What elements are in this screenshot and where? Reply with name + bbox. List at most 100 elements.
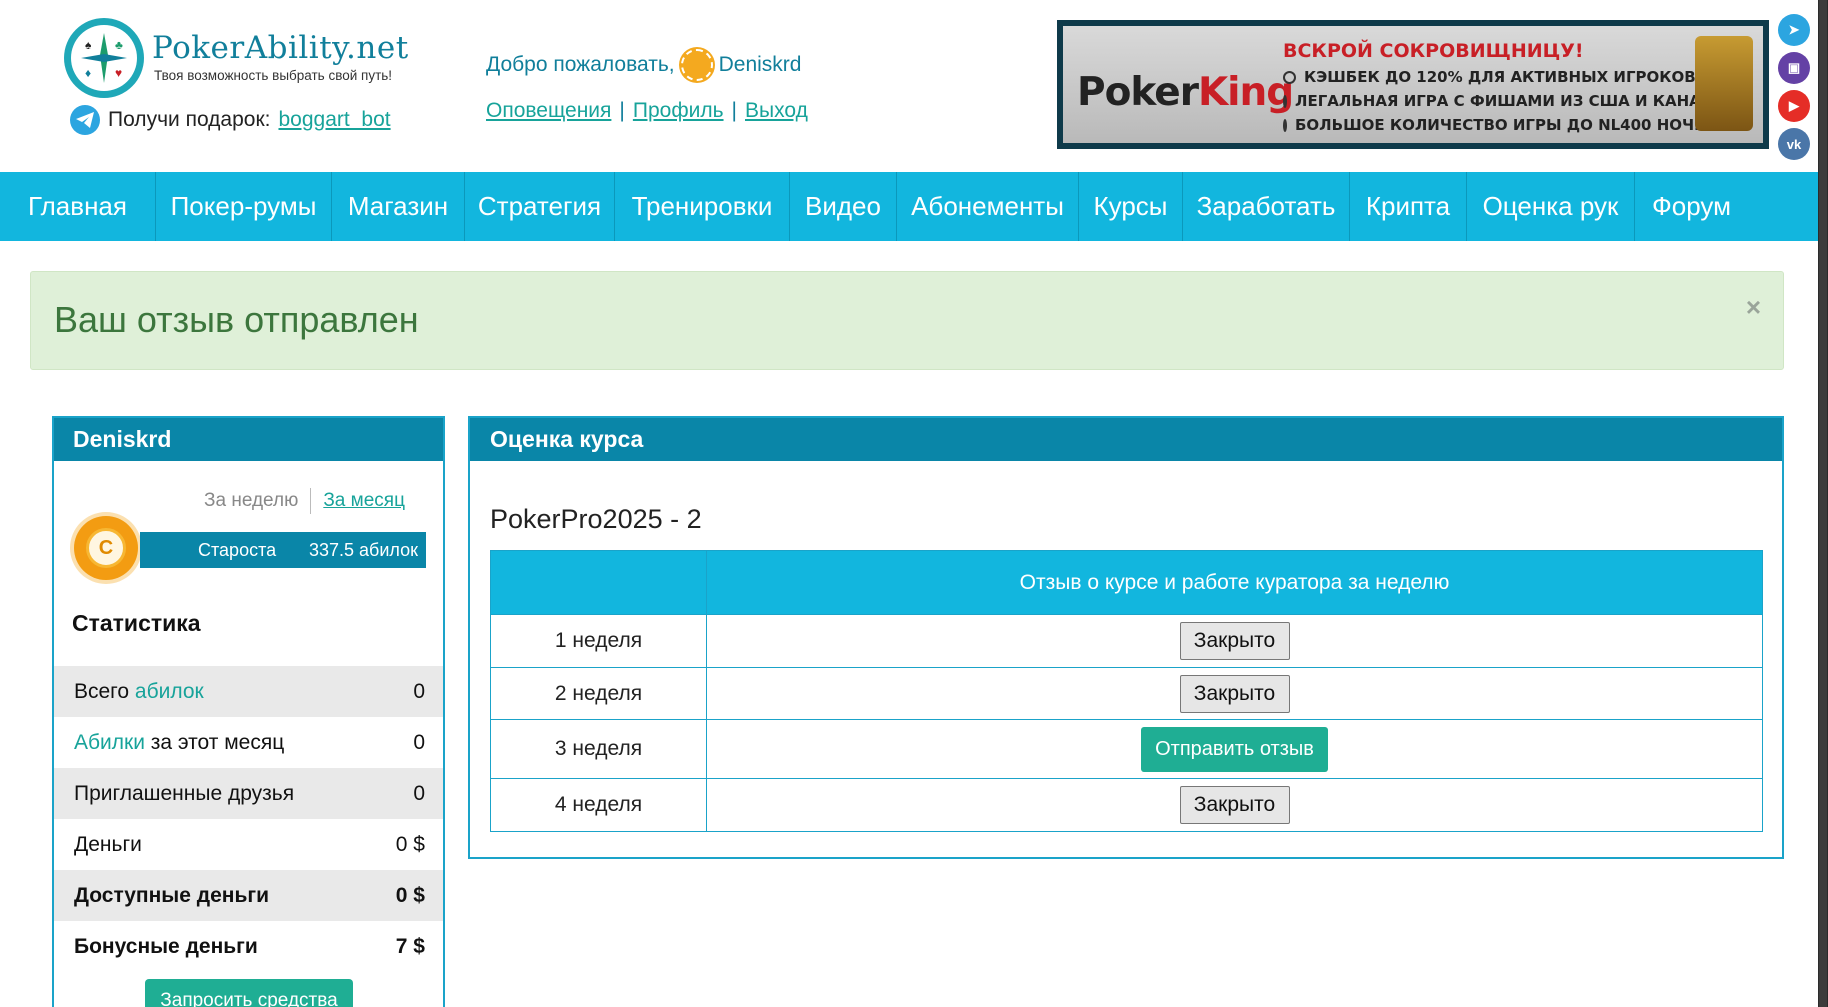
closed-button[interactable]: Закрыто (1179, 622, 1290, 660)
svg-text:♣: ♣ (115, 38, 123, 52)
page-scrollbar[interactable] (1818, 0, 1828, 1007)
stat-row-month-abilki: Абилки за этот месяц 0 (74, 730, 425, 754)
banned-icon (1283, 70, 1296, 84)
stat-value: 7 $ (395, 934, 425, 958)
banner-line: КЭШБЕК ДО 120% ДЛЯ АКТИВНЫХ ИГРОКОВ (1283, 68, 1703, 86)
telegram-icon (70, 105, 100, 135)
stat-value: 0 $ (395, 832, 425, 856)
success-alert: Ваш отзыв отправлен × (30, 271, 1784, 370)
rank-value: 337.5 абилок (308, 539, 418, 560)
week-label: 3 неделя (490, 719, 707, 779)
stat-row-total-abilki: Всего абилок 0 (54, 666, 443, 717)
sidebar-username: Deniskrd (54, 418, 443, 461)
closed-button[interactable]: Закрыто (1179, 786, 1290, 824)
panel-title: Оценка курса (470, 418, 1782, 461)
profile-link[interactable]: Профиль (633, 99, 724, 122)
main-nav: Главная Покер-румы Магазин Стратегия Тре… (0, 172, 1818, 241)
welcome-text: Добро пожаловать, (486, 53, 675, 76)
vk-icon[interactable]: vk (1778, 128, 1810, 160)
user-stats-panel: Deniskrd За неделю За месяц C Староста 33… (52, 416, 445, 1007)
table-row: 2 неделя Закрыто (490, 667, 1763, 720)
banner-title: ВСКРОЙ СОКРОВИЩНИЦУ! (1283, 40, 1584, 62)
period-month-link[interactable]: За месяц (323, 490, 405, 511)
logout-link[interactable]: Выход (745, 99, 808, 122)
alert-message: Ваш отзыв отправлен (54, 299, 419, 340)
scrollbar-thumb[interactable] (1819, 0, 1827, 1007)
header-review: Отзыв о курсе и работе куратора за недел… (706, 550, 1763, 615)
nav-item-strategy[interactable]: Стратегия (465, 172, 615, 241)
social-links: ➤ ▣ ▶ vk (1778, 14, 1810, 166)
gift-label: Получи подарок: (108, 108, 271, 131)
nav-item-video[interactable]: Видео (790, 172, 897, 241)
gift-block: Получи подарок: boggart_bot (70, 105, 391, 135)
abilki-month-link[interactable]: Абилки (74, 731, 145, 754)
closed-button[interactable]: Закрыто (1179, 674, 1290, 713)
header-week (490, 550, 707, 615)
banned-icon (1283, 94, 1287, 108)
week-label: 4 неделя (490, 778, 707, 832)
request-funds-button[interactable]: Запросить средства (145, 979, 353, 1007)
send-review-button[interactable]: Отправить отзыв (1141, 726, 1328, 772)
svg-text:♦: ♦ (85, 66, 91, 80)
stat-row-available-money: Доступные деньги 0 $ (54, 870, 443, 921)
stats-list: Всего абилок 0 Абилки за этот месяц 0 Пр… (54, 666, 443, 972)
alert-close-icon[interactable]: × (1746, 292, 1761, 323)
treasure-chest-icon (1695, 36, 1753, 131)
period-week[interactable]: За неделю (204, 490, 298, 511)
nav-item-earn[interactable]: Заработать (1183, 172, 1350, 241)
rank-name: Староста (198, 539, 277, 560)
action-cell: Закрыто (706, 614, 1763, 668)
site-logo[interactable]: ♠ ♣ ♦ ♥ PokerAbility.net Твоя возможност… (64, 16, 424, 106)
week-label: 1 неделя (490, 614, 707, 668)
rank-bar: Староста 337.5 абилок (140, 532, 426, 568)
action-cell: Отправить отзыв (706, 719, 1763, 779)
svg-text:♠: ♠ (85, 38, 92, 52)
welcome-line: Добро пожаловать, Deniskrd (486, 49, 801, 81)
gift-bot-link[interactable]: boggart_bot (278, 108, 390, 132)
nav-item-subscriptions[interactable]: Абонементы (897, 172, 1079, 241)
youtube-icon[interactable]: ▶ (1778, 90, 1810, 122)
table-row: 4 неделя Закрыто (490, 778, 1763, 832)
review-table: Отзыв о курсе и работе куратора за недел… (490, 550, 1763, 832)
stats-title: Статистика (72, 610, 201, 636)
stat-row-money: Деньги 0 $ (74, 832, 425, 856)
header-username[interactable]: Deniskrd (719, 53, 802, 77)
logo-tagline: Твоя возможность выбрать свой путь! (154, 68, 393, 83)
svg-text:♥: ♥ (115, 66, 122, 80)
logo-name: PokerAbility.net (152, 30, 409, 66)
rank-chip-icon: C (74, 516, 138, 580)
period-switch: За неделю За месяц (204, 488, 405, 514)
user-links: Оповещения | Профиль | Выход (486, 99, 808, 122)
nav-item-trainings[interactable]: Тренировки (615, 172, 790, 241)
action-cell: Закрыто (706, 778, 1763, 832)
nav-item-crypto[interactable]: Крипта (1350, 172, 1467, 241)
nav-item-shop[interactable]: Магазин (332, 172, 465, 241)
week-label: 2 неделя (490, 667, 707, 720)
twitch-icon[interactable]: ▣ (1778, 52, 1810, 84)
stat-value: 0 (413, 781, 425, 805)
course-name: PokerPro2025 - 2 (490, 504, 702, 534)
nav-item-poker-rooms[interactable]: Покер-румы (156, 172, 332, 241)
abilki-link[interactable]: абилок (135, 680, 204, 703)
nav-item-home[interactable]: Главная (0, 172, 156, 241)
user-chip-icon (680, 49, 713, 81)
notifications-link[interactable]: Оповещения (486, 99, 611, 122)
page: ♠ ♣ ♦ ♥ PokerAbility.net Твоя возможност… (0, 0, 1818, 1007)
banned-icon (1283, 118, 1287, 132)
stat-value: 0 $ (395, 883, 425, 907)
table-row: 3 неделя Отправить отзыв (490, 719, 1763, 779)
stat-row-bonus-money: Бонусные деньги 7 $ (74, 934, 425, 958)
nav-item-forum[interactable]: Форум (1635, 172, 1748, 241)
table-header-row: Отзыв о курсе и работе куратора за недел… (490, 550, 1763, 615)
nav-item-hand-review[interactable]: Оценка рук (1467, 172, 1635, 241)
stat-row-invited-friends: Приглашенные друзья 0 (54, 768, 443, 819)
banner-line: ЛЕГАЛЬНАЯ ИГРА С ФИШАМИ ИЗ США И КАНАДЫ (1283, 92, 1730, 110)
pokerking-logo: PokerKing (1077, 70, 1294, 115)
pokerking-banner[interactable]: PokerKing ВСКРОЙ СОКРОВИЩНИЦУ! КЭШБЕК ДО… (1057, 20, 1769, 149)
stat-value: 0 (413, 730, 425, 754)
action-cell: Закрыто (706, 667, 1763, 720)
course-review-panel: Оценка курса PokerPro2025 - 2 Отзыв о ку… (468, 416, 1784, 859)
banner-line: БОЛЬШОЕ КОЛИЧЕСТВО ИГРЫ ДО NL400 НОЧЬЮ (1283, 116, 1723, 134)
nav-item-courses[interactable]: Курсы (1079, 172, 1183, 241)
telegram-icon[interactable]: ➤ (1778, 14, 1810, 46)
